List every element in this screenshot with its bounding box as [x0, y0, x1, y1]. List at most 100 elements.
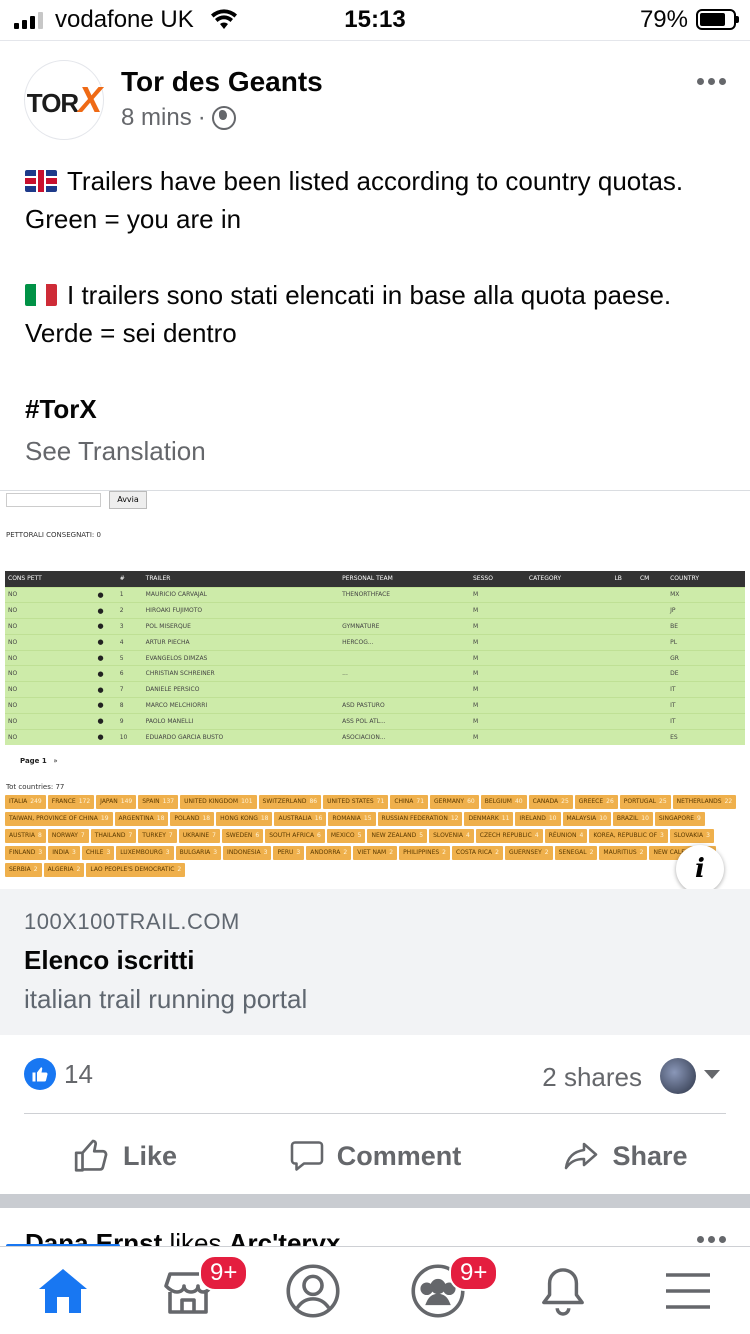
person-icon: ●	[94, 602, 117, 619]
country-tag: TAIWAN, PROVINCE OF CHINA 19	[5, 812, 113, 826]
preview-cell: ASOCIACION...	[339, 728, 470, 745]
preview-cell: EVANGELOS DIMZAS	[142, 649, 340, 666]
preview-cell: 4	[116, 633, 143, 651]
country-tag: MALAYSIA 10	[562, 812, 611, 826]
preview-cell: CHRISTIAN SCHREINER	[142, 665, 340, 682]
preview-cell: M	[469, 649, 526, 666]
tab-marketplace[interactable]: 9+	[125, 1247, 250, 1334]
post-time[interactable]: 8 mins	[121, 104, 192, 132]
preview-cell	[525, 665, 612, 682]
preview-cell	[525, 618, 612, 635]
comment-button[interactable]: Comment	[250, 1128, 500, 1184]
preview-cell	[525, 697, 612, 714]
preview-cell: ARTUR PIECHA	[142, 633, 340, 651]
info-icon[interactable]: i	[676, 845, 724, 893]
page-avatar[interactable]: TORX	[24, 60, 104, 140]
preview-cell: DANIELE PERSICO	[142, 681, 340, 698]
preview-cell	[611, 712, 637, 730]
preview-cell: M	[469, 665, 526, 682]
preview-cell: M	[469, 697, 526, 714]
country-tag: THAILAND 7	[90, 829, 137, 843]
country-tag: NORWAY 7	[47, 829, 89, 843]
country-tag: LAO PEOPLE'S DEMOCRATIC 2	[86, 863, 186, 877]
divider	[24, 1113, 726, 1114]
preview-cell: POL MISERQUE	[142, 618, 340, 635]
hashtag-link[interactable]: #TorX	[25, 390, 725, 428]
italy-flag-icon	[25, 284, 57, 306]
sharer-avatar[interactable]	[660, 1058, 696, 1094]
country-tag: INDIA 3	[48, 846, 80, 860]
country-tag: COSTA RICA 2	[452, 846, 503, 860]
preview-column-header: CONS PETT	[5, 571, 95, 587]
country-tag: NEW ZEALAND 5	[367, 829, 428, 843]
reaction-summary[interactable]: 14	[24, 1058, 93, 1090]
country-tag: BRAZIL 10	[612, 812, 653, 826]
country-tag: DENMARK 11	[464, 812, 514, 826]
tab-menu[interactable]	[625, 1247, 750, 1334]
thumbs-up-icon	[74, 1139, 108, 1172]
country-tag: MEXICO 5	[326, 829, 366, 843]
preview-cell: 2	[116, 602, 143, 619]
link-preview-image[interactable]: Avvia PETTORALI CONSEGNATI: 0 CONS PETT #…	[0, 491, 750, 889]
preview-cell: PL	[667, 633, 745, 651]
preview-cell: M	[469, 728, 526, 745]
person-icon: ●	[94, 681, 117, 698]
preview-cell: DE	[667, 665, 745, 682]
preview-avvia-button: Avvia	[109, 491, 147, 509]
preview-cell: ES	[667, 728, 745, 745]
more-icon[interactable]	[697, 78, 726, 85]
preview-tot-countries: Tot countries: 77	[6, 783, 65, 791]
country-tag: FRANCE 172	[47, 795, 95, 809]
post-actions: Like Comment Share	[0, 1128, 750, 1184]
share-button[interactable]: Share	[500, 1128, 750, 1184]
country-tag: ANDORRA 2	[306, 846, 352, 860]
preview-cell: MARCO MELCHIORRI	[142, 697, 340, 714]
link-preview-card[interactable]: Avvia PETTORALI CONSEGNATI: 0 CONS PETT #…	[0, 490, 750, 1035]
preview-cell: NO	[5, 618, 95, 635]
country-tag: BELGIUM 40	[480, 795, 527, 809]
preview-column-header: CM	[636, 571, 668, 587]
preview-column-header: COUNTRY	[667, 571, 745, 587]
preview-cell: MX	[667, 586, 745, 603]
marketplace-badge: 9+	[199, 1255, 249, 1291]
meta-separator: ·	[197, 104, 206, 131]
feed-separator	[0, 1194, 750, 1208]
shares-count[interactable]: 2 shares	[542, 1062, 642, 1093]
preview-cell	[525, 728, 612, 745]
status-bar: vodafone UK 15:13 79%	[0, 0, 750, 40]
chevron-down-icon[interactable]	[704, 1070, 720, 1079]
tab-notifications[interactable]	[500, 1247, 625, 1334]
preview-cell	[636, 681, 668, 698]
preview-cell	[525, 633, 612, 651]
preview-cell	[636, 649, 668, 666]
country-tag: ITALIA 249	[5, 795, 46, 809]
preview-cell	[611, 633, 637, 651]
preview-cell: HERCOG...	[339, 633, 470, 651]
person-icon: ●	[94, 697, 117, 714]
country-tag: ROMANIA 15	[328, 812, 376, 826]
preview-pagination: Page 1 »	[20, 757, 58, 765]
country-tag: SLOVENIA 4	[429, 829, 474, 843]
see-translation-link[interactable]: See Translation	[25, 436, 206, 467]
battery-icon	[696, 9, 739, 30]
preview-cell: 3	[116, 618, 143, 635]
link-meta[interactable]: 100X100TRAIL.COM Elenco iscritti italian…	[0, 889, 750, 1035]
tab-groups[interactable]: 9+	[375, 1247, 500, 1334]
preview-country-tags: ITALIA 249 FRANCE 172 JAPAN 149 SPAIN 137 UNITED…	[5, 795, 745, 877]
preview-cell: 5	[116, 649, 143, 666]
country-tag: CANADA 25	[528, 795, 573, 809]
preview-cell: 1	[116, 586, 143, 603]
page-name[interactable]: Tor des Geants	[121, 66, 323, 98]
more-icon[interactable]	[697, 1236, 726, 1243]
tab-home[interactable]	[0, 1247, 125, 1334]
tab-profile[interactable]	[250, 1247, 375, 1334]
bottom-nav: 9+ 9+	[0, 1246, 750, 1334]
person-icon: ●	[94, 712, 117, 730]
groups-badge: 9+	[449, 1255, 499, 1291]
like-button[interactable]: Like	[0, 1128, 250, 1184]
person-icon: ●	[94, 665, 117, 682]
preview-cell	[636, 618, 668, 635]
country-tag: UNITED KINGDOM 101	[180, 795, 257, 809]
preview-cell: ASS POL ATL...	[339, 712, 470, 730]
preview-cell	[339, 681, 470, 698]
